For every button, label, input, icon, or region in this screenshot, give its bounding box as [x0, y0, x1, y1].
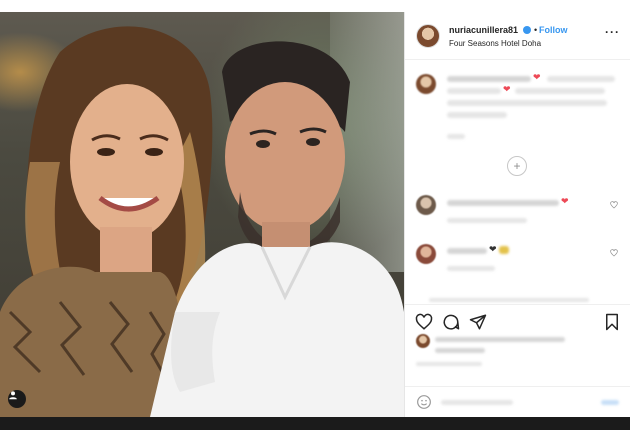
comment-like-icon[interactable] — [610, 201, 618, 209]
verified-badge-icon — [523, 26, 531, 34]
location-link[interactable]: Four Seasons Hotel Doha — [449, 39, 541, 48]
follow-button[interactable]: Follow — [539, 25, 568, 35]
comment-avatar[interactable] — [416, 195, 436, 215]
add-comment-bar — [405, 386, 630, 418]
caption-line — [447, 100, 607, 106]
caption-line — [447, 76, 531, 82]
likes-summary — [405, 334, 630, 384]
caption-line — [447, 88, 501, 94]
add-comment-input[interactable] — [441, 400, 513, 405]
heart-icon: ❤ — [503, 84, 511, 94]
user-tag-icon[interactable] — [8, 390, 26, 408]
heart-icon: ❤ — [489, 244, 497, 254]
caption-line — [447, 112, 507, 118]
top-frame — [0, 0, 630, 12]
heart-icon[interactable] — [415, 313, 433, 331]
post-header: nuriacunillera81 • Follow Four Seasons H… — [405, 12, 630, 60]
comments-list: ❤ ❤ + ❤ ❤ — [405, 60, 630, 304]
caption-line — [515, 88, 605, 94]
likes-text — [435, 337, 565, 342]
heart-icon: ❤ — [533, 72, 541, 82]
share-icon[interactable] — [469, 313, 487, 331]
separator-dot: • — [534, 25, 538, 35]
comment-meta — [447, 266, 495, 271]
more-icon[interactable]: ··· — [605, 25, 620, 39]
liker-avatar[interactable] — [416, 334, 430, 348]
comment-avatar[interactable] — [416, 244, 436, 264]
caption-timestamp — [447, 134, 465, 139]
emoji-icon[interactable] — [416, 394, 432, 410]
comment-meta — [447, 218, 527, 223]
post-sidebar: nuriacunillera81 • Follow Four Seasons H… — [404, 12, 630, 417]
comment-like-icon[interactable] — [610, 249, 618, 257]
comment-emoji — [499, 246, 509, 254]
photo-people-illustration — [0, 26, 404, 417]
likes-text — [435, 348, 485, 353]
load-more-icon[interactable]: + — [507, 156, 527, 176]
username-link[interactable]: nuriacunillera81 — [449, 25, 518, 35]
caption-avatar[interactable] — [416, 74, 436, 94]
caption-line — [547, 76, 615, 82]
avatar[interactable] — [416, 24, 440, 48]
comment-text — [447, 200, 559, 206]
comment-text — [447, 248, 487, 254]
post-date — [416, 362, 482, 366]
comment-text — [429, 298, 589, 302]
bookmark-icon[interactable] — [603, 313, 621, 331]
comment-icon[interactable] — [442, 313, 460, 331]
post-photo[interactable] — [0, 12, 404, 417]
heart-icon: ❤ — [561, 196, 569, 206]
post-comment-button[interactable] — [601, 400, 619, 405]
bottom-frame — [0, 417, 630, 430]
